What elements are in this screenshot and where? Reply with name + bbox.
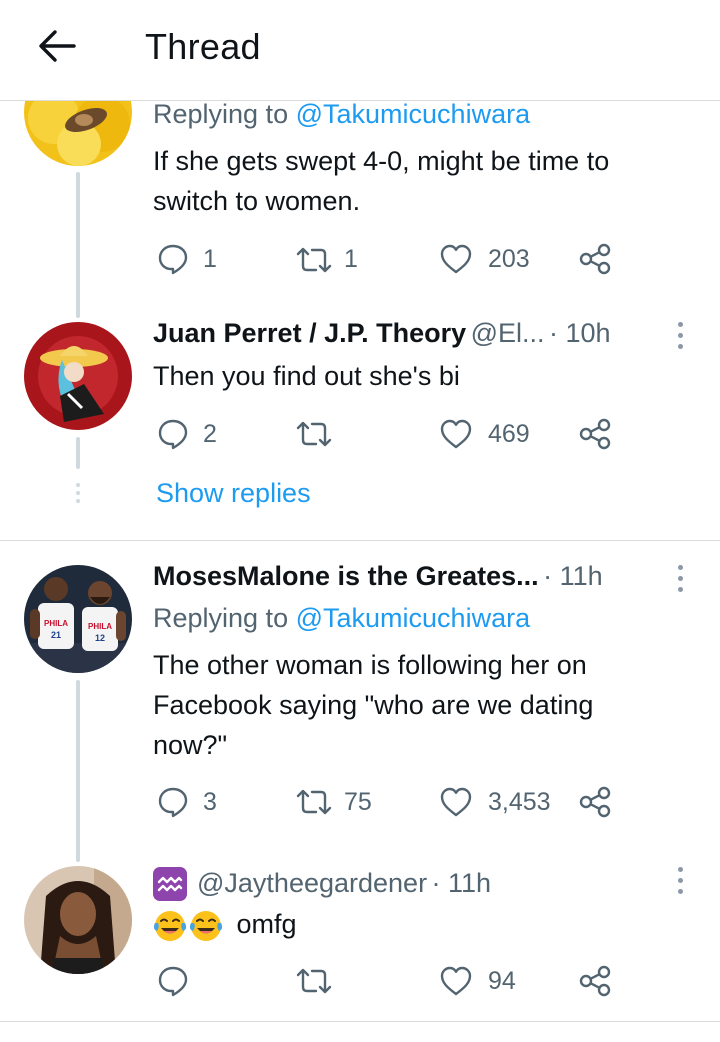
- avatar[interactable]: [24, 866, 132, 974]
- show-replies-link[interactable]: Show replies: [156, 478, 311, 509]
- more-options-icon[interactable]: [676, 322, 684, 352]
- heart-icon[interactable]: [439, 243, 473, 275]
- heart-icon[interactable]: [439, 965, 473, 997]
- thread-line: [76, 172, 80, 318]
- like-count: 469: [488, 420, 530, 448]
- share-icon[interactable]: [578, 243, 612, 275]
- user-handle[interactable]: @Jaytheegardener: [197, 868, 427, 898]
- more-options-icon[interactable]: [676, 565, 684, 595]
- retweet-icon[interactable]: [295, 788, 333, 816]
- reply-count: 3: [203, 788, 217, 816]
- tweet-text: omfg: [153, 904, 297, 944]
- aquarius-icon: [153, 867, 187, 901]
- display-name[interactable]: Juan Perret / J.P. Theory: [153, 318, 466, 348]
- reply-count: 2: [203, 420, 217, 448]
- replying-to: Replying to @Takumicuchiwara: [153, 603, 531, 633]
- replying-to: Replying to @Takumicuchiwara: [153, 99, 531, 129]
- divider: [0, 1021, 720, 1022]
- display-name[interactable]: MosesMalone is the Greates...: [153, 561, 539, 591]
- thread-dots: [76, 483, 80, 507]
- retweet-icon[interactable]: [295, 420, 333, 448]
- tweet-text: The other woman is following her on Face…: [153, 650, 594, 760]
- like-count: 203: [488, 245, 530, 273]
- retweet-icon[interactable]: [295, 246, 333, 274]
- jersey-number: 21: [51, 630, 61, 640]
- share-icon[interactable]: [578, 418, 612, 450]
- like-count: 94: [488, 967, 516, 995]
- tweet-text: Then you find out she's bi: [153, 361, 460, 391]
- divider: [0, 540, 720, 541]
- mention-link[interactable]: @Takumicuchiwara: [296, 603, 530, 633]
- timestamp[interactable]: · 10h: [549, 318, 611, 348]
- reply-icon[interactable]: [157, 418, 189, 450]
- header: Thread: [0, 0, 720, 101]
- share-icon[interactable]: [578, 786, 612, 818]
- avatar[interactable]: PHILA 21 PHILA 12: [24, 565, 132, 673]
- thread-line: [76, 437, 80, 469]
- like-count: 3,453: [488, 788, 551, 816]
- jersey-text: PHILA: [88, 622, 112, 631]
- retweet-count: 75: [344, 788, 372, 816]
- heart-icon[interactable]: [439, 418, 473, 450]
- jersey-text: PHILA: [44, 619, 68, 628]
- page-title: Thread: [145, 26, 261, 67]
- heart-icon[interactable]: [439, 786, 473, 818]
- mention-link[interactable]: @Takumicuchiwara: [296, 99, 530, 129]
- reply-icon[interactable]: [157, 786, 189, 818]
- jersey-number: 12: [95, 633, 105, 643]
- reply-icon[interactable]: [157, 965, 189, 997]
- share-icon[interactable]: [578, 965, 612, 997]
- retweet-icon[interactable]: [295, 967, 333, 995]
- user-handle[interactable]: @El...: [471, 318, 545, 348]
- avatar[interactable]: [24, 322, 132, 430]
- thread-line: [76, 680, 80, 862]
- timestamp[interactable]: · 11h: [543, 561, 603, 591]
- retweet-count: 1: [344, 245, 358, 273]
- laughing-crying-emoji-icon: [153, 910, 187, 941]
- tweet-header: Juan Perret / J.P. Theory @El... · 10h: [153, 318, 611, 349]
- laughing-crying-emoji-icon: [189, 910, 223, 941]
- reply-count: 1: [203, 245, 217, 273]
- tweet-header: MosesMalone is the Greates... · 11h: [153, 561, 603, 592]
- tweet-header: @Jaytheegardener · 11h: [197, 868, 491, 899]
- timestamp[interactable]: · 11h: [432, 868, 492, 898]
- reply-icon[interactable]: [157, 243, 189, 275]
- more-options-icon[interactable]: [676, 867, 684, 897]
- arrow-left-icon[interactable]: [36, 28, 76, 64]
- tweet-text: If she gets swept 4-0, might be time to …: [153, 146, 610, 216]
